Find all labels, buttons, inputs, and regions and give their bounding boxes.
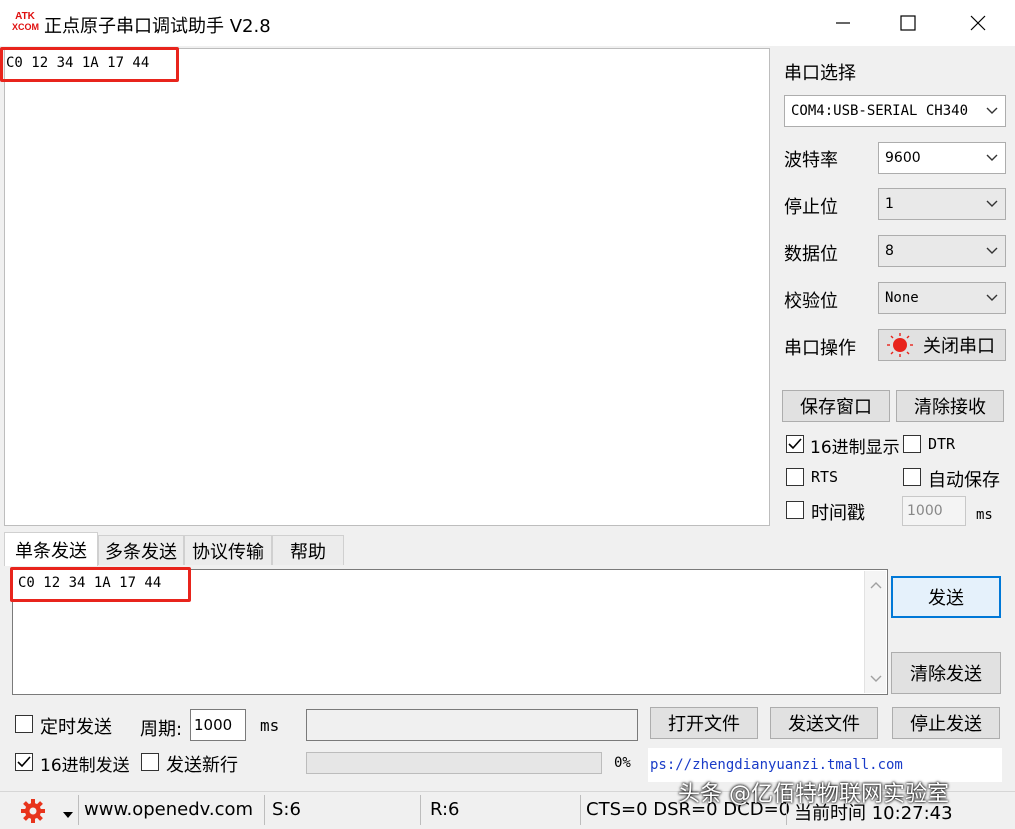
close-icon — [970, 15, 986, 31]
stop-bits-label: 停止位 — [784, 197, 838, 218]
status-sent-count: S:6 — [272, 799, 301, 820]
status-separator — [580, 795, 581, 825]
caret-down-icon — [63, 812, 73, 818]
open-file-button[interactable]: 打开文件 — [650, 707, 758, 739]
file-path-input[interactable] — [306, 709, 638, 741]
timestamp-label: 时间戳 — [811, 503, 865, 524]
stop-send-button[interactable]: 停止发送 — [892, 707, 1000, 739]
gear-dropdown-arrow[interactable] — [62, 804, 74, 825]
newline-checkbox[interactable] — [141, 753, 159, 771]
port-select[interactable]: COM4:USB-SERIAL CH340 — [784, 95, 1006, 127]
save-window-button[interactable]: 保存窗口 — [782, 390, 890, 422]
settings-gear-button[interactable] — [20, 798, 46, 829]
data-bits-select[interactable]: 8 — [878, 235, 1006, 267]
highlight-box-receive — [0, 47, 179, 82]
send-scrollbar[interactable] — [864, 571, 886, 693]
maximize-icon — [900, 15, 916, 31]
dtr-label: DTR — [928, 435, 956, 453]
chevron-down-icon — [979, 200, 1005, 208]
hex-send-checkbox[interactable] — [15, 753, 33, 771]
status-url[interactable]: www.openedv.com — [84, 799, 253, 820]
receive-area[interactable] — [4, 48, 770, 526]
send-file-button[interactable]: 发送文件 — [770, 707, 878, 739]
parity-label: 校验位 — [784, 291, 838, 312]
timed-send-label: 定时发送 — [40, 717, 112, 738]
tab-single-send[interactable]: 单条发送 — [4, 532, 98, 566]
timestamp-checkbox[interactable] — [786, 501, 804, 519]
dtr-checkbox[interactable] — [903, 435, 921, 453]
auto-save-checkbox[interactable] — [903, 468, 921, 486]
hex-display-label: 16进制显示 — [810, 438, 900, 458]
data-bits-value: 8 — [885, 243, 894, 259]
port-value: COM4:USB-SERIAL CH340 — [791, 103, 969, 119]
maximize-button[interactable] — [873, 0, 943, 46]
checkmark-icon — [788, 438, 802, 450]
port-operation-label: 串口操作 — [784, 338, 856, 359]
rts-checkbox[interactable] — [786, 468, 804, 486]
app-logo: ATK XCOM — [12, 11, 39, 32]
chevron-down-icon — [979, 107, 1005, 115]
timestamp-unit: ms — [976, 507, 993, 523]
stop-bits-value: 1 — [885, 196, 894, 212]
baud-value: 9600 — [885, 150, 921, 166]
status-separator — [78, 795, 79, 825]
gear-icon — [21, 799, 45, 823]
hex-display-checkbox[interactable] — [786, 435, 804, 453]
close-window-button[interactable] — [943, 0, 1013, 46]
data-bits-label: 数据位 — [784, 244, 838, 265]
parity-select[interactable]: None — [878, 282, 1006, 314]
send-button[interactable]: 发送 — [891, 576, 1001, 618]
tab-help[interactable]: 帮助 — [272, 535, 344, 565]
timestamp-input[interactable]: 1000 — [902, 496, 966, 526]
status-separator — [420, 795, 421, 825]
rts-label: RTS — [811, 468, 839, 486]
minimize-button[interactable] — [808, 0, 878, 46]
chevron-down-icon — [979, 247, 1005, 255]
send-progress-bar — [306, 752, 602, 774]
hex-send-label: 16进制发送 — [40, 756, 130, 776]
chevron-down-icon — [979, 154, 1005, 162]
chevron-down-icon — [870, 675, 882, 682]
minimize-icon — [836, 22, 850, 24]
baud-label: 波特率 — [784, 150, 838, 171]
status-separator — [264, 795, 265, 825]
clear-send-button[interactable]: 清除发送 — [891, 652, 1001, 694]
baud-select[interactable]: 9600 — [878, 142, 1006, 174]
close-port-button[interactable]: 关闭串口 — [878, 329, 1006, 361]
status-recv-count: R:6 — [430, 799, 460, 820]
auto-save-label: 自动保存 — [928, 470, 1000, 491]
timed-send-checkbox[interactable] — [15, 715, 33, 733]
store-link[interactable]: ps://zhengdianyuanzi.tmall.com — [650, 757, 903, 773]
period-unit: ms — [260, 716, 280, 735]
chevron-up-icon — [870, 582, 882, 589]
highlight-box-send — [10, 567, 191, 602]
parity-value: None — [885, 290, 919, 306]
port-label: 串口选择 — [784, 63, 856, 84]
clear-receive-button[interactable]: 清除接收 — [896, 390, 1004, 422]
progress-percent: 0% — [614, 755, 631, 771]
tab-protocol[interactable]: 协议传输 — [184, 535, 272, 565]
status-led-icon — [887, 333, 913, 357]
checkmark-icon — [17, 756, 31, 768]
period-label: 周期: — [140, 719, 183, 740]
window-title: 正点原子串口调试助手 V2.8 — [44, 16, 271, 37]
chevron-down-icon — [979, 294, 1005, 302]
watermark: 头条 @亿佰特物联网实验室 — [678, 782, 949, 807]
close-port-label: 关闭串口 — [923, 336, 995, 357]
stop-bits-select[interactable]: 1 — [878, 188, 1006, 220]
tab-multi-send[interactable]: 多条发送 — [98, 535, 184, 565]
newline-label: 发送新行 — [166, 755, 238, 776]
period-input[interactable]: 1000 — [190, 709, 246, 741]
